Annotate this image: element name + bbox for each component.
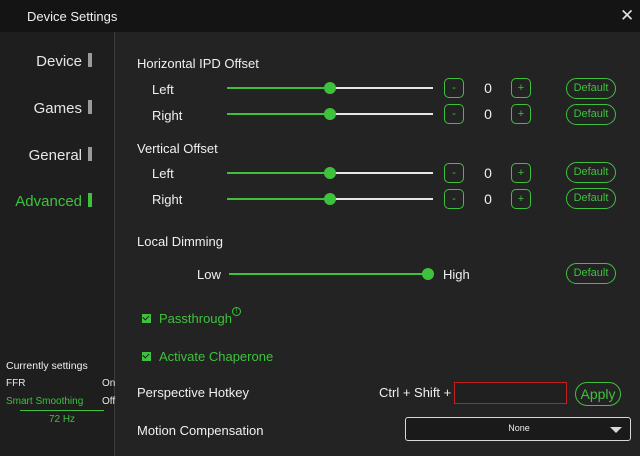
horizontal-left-value: 0 (484, 80, 492, 96)
vertical-right-minus-button[interactable]: - (444, 189, 464, 209)
horizontal-left-minus-button[interactable]: - (444, 78, 464, 98)
vertical-right-slider[interactable] (227, 192, 433, 206)
motion-compensation-dropdown[interactable]: None (405, 417, 631, 441)
sidebar-item-games[interactable]: Games (0, 100, 92, 117)
vertical-right-plus-button[interactable]: + (511, 189, 531, 209)
title-bar: Device Settings ✕ (0, 0, 640, 32)
section-title-local-dimming: Local Dimming (137, 234, 223, 249)
dimming-high-label: High (443, 267, 470, 282)
passthrough-checkbox[interactable] (142, 314, 151, 323)
passthrough-label[interactable]: Passthrough (159, 311, 232, 326)
current-settings-panel: Currently settings FFR On Smart Smoothin… (6, 360, 115, 425)
vertical-right-label: Right (152, 192, 183, 207)
sidebar-item-general[interactable]: General (0, 147, 92, 164)
window-title: Device Settings (27, 9, 118, 24)
dimming-low-label: Low (197, 267, 221, 282)
slider-thumb[interactable] (324, 108, 336, 120)
indicator-bar-icon (88, 193, 92, 207)
slider-fill (227, 87, 330, 89)
indicator-bar-icon (88, 100, 92, 114)
sidebar: Device Games General Advanced (0, 32, 115, 456)
vertical-left-slider[interactable] (227, 166, 433, 180)
vertical-right-value: 0 (484, 191, 492, 207)
slider-fill (227, 172, 330, 174)
status-ffr-value: On (102, 378, 116, 389)
sidebar-item-advanced[interactable]: Advanced (0, 193, 92, 210)
indicator-bar-icon (88, 147, 92, 161)
horizontal-right-minus-button[interactable]: - (444, 104, 464, 124)
section-title-horizontal-ipd: Horizontal IPD Offset (137, 56, 259, 71)
status-ffr-label: FFR (6, 378, 26, 389)
horizontal-left-label: Left (152, 82, 174, 97)
slider-thumb[interactable] (324, 193, 336, 205)
divider (20, 410, 104, 411)
horizontal-left-default-button[interactable]: Default (566, 78, 616, 99)
slider-fill (229, 273, 428, 275)
slider-fill (227, 113, 330, 115)
info-icon[interactable]: ! (232, 307, 241, 316)
sidebar-item-label: Device (36, 53, 82, 70)
vertical-left-default-button[interactable]: Default (566, 162, 616, 183)
vertical-left-label: Left (152, 166, 174, 181)
sidebar-item-label: Games (33, 100, 82, 117)
vertical-left-value: 0 (484, 165, 492, 181)
horizontal-right-value: 0 (484, 106, 492, 122)
current-settings-heading: Currently settings (6, 360, 88, 372)
perspective-hotkey-label: Perspective Hotkey (137, 385, 249, 400)
chaperone-label[interactable]: Activate Chaperone (159, 349, 273, 364)
status-smoothing-label: Smart Smoothing (6, 396, 84, 407)
close-icon[interactable]: ✕ (620, 6, 634, 26)
dropdown-value: None (508, 423, 530, 433)
indicator-bar-icon (88, 53, 92, 67)
local-dimming-default-button[interactable]: Default (566, 263, 616, 284)
local-dimming-slider[interactable] (229, 267, 434, 281)
hotkey-prefix: Ctrl + Shift + (379, 385, 452, 400)
hotkey-input[interactable] (454, 382, 567, 404)
section-title-vertical-offset: Vertical Offset (137, 141, 218, 156)
vertical-left-plus-button[interactable]: + (511, 163, 531, 183)
sidebar-item-device[interactable]: Device (0, 53, 92, 70)
horizontal-left-slider[interactable] (227, 81, 433, 95)
chaperone-checkbox[interactable] (142, 352, 151, 361)
slider-fill (227, 198, 330, 200)
chevron-down-icon (610, 427, 622, 433)
vertical-right-default-button[interactable]: Default (566, 188, 616, 209)
sidebar-item-label: General (28, 147, 82, 164)
advanced-settings-panel: Horizontal IPD Offset Left - 0 + Default… (115, 32, 640, 456)
slider-thumb[interactable] (324, 167, 336, 179)
horizontal-right-slider[interactable] (227, 107, 433, 121)
motion-compensation-label: Motion Compensation (137, 423, 264, 438)
slider-thumb[interactable] (324, 82, 336, 94)
vertical-left-minus-button[interactable]: - (444, 163, 464, 183)
horizontal-right-default-button[interactable]: Default (566, 104, 616, 125)
status-smoothing-value: Off (102, 396, 116, 407)
horizontal-right-label: Right (152, 108, 183, 123)
horizontal-right-plus-button[interactable]: + (511, 104, 531, 124)
slider-thumb[interactable] (422, 268, 434, 280)
horizontal-left-plus-button[interactable]: + (511, 78, 531, 98)
refresh-rate: 72 Hz (48, 414, 76, 425)
apply-button[interactable]: Apply (575, 382, 621, 406)
sidebar-item-label: Advanced (15, 193, 82, 210)
